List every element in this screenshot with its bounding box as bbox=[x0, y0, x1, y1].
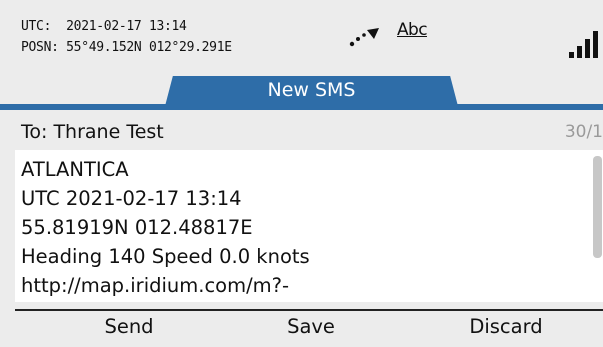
screen-title: New SMS bbox=[267, 79, 356, 101]
message-scrollbar[interactable] bbox=[593, 152, 603, 302]
utc-readout: UTC: 2021-02-17 13:14 bbox=[21, 19, 187, 34]
phone-screen: UTC: 2021-02-17 13:14 POSN: 55°49.152N 0… bbox=[0, 0, 603, 347]
signal-strength-icon bbox=[569, 31, 598, 58]
header-tab-bar: New SMS bbox=[0, 76, 603, 112]
save-softkey[interactable]: Save bbox=[241, 315, 381, 338]
gps-satellite-icon bbox=[349, 28, 379, 47]
message-body[interactable]: ATLANTICA UTC 2021-02-17 13:14 55.81919N… bbox=[15, 150, 603, 302]
status-bar: UTC: 2021-02-17 13:14 POSN: 55°49.152N 0… bbox=[0, 0, 603, 72]
message-line: UTC 2021-02-17 13:14 bbox=[21, 187, 242, 210]
position-readout: POSN: 55°49.152N 012°29.291E bbox=[21, 40, 232, 55]
message-line: ATLANTICA bbox=[21, 158, 129, 181]
input-mode-indicator: Abc bbox=[397, 20, 428, 40]
softkey-divider bbox=[15, 309, 603, 311]
send-softkey[interactable]: Send bbox=[59, 315, 199, 338]
message-line: http://map.iridium.com/m?- bbox=[21, 274, 290, 297]
character-counter: 30/1 bbox=[564, 122, 603, 142]
message-line: Heading 140 Speed 0.0 knots bbox=[21, 245, 310, 268]
discard-softkey[interactable]: Discard bbox=[436, 315, 576, 338]
message-line: 55.81919N 012.48817E bbox=[21, 216, 253, 239]
recipient-row[interactable]: To: Thrane Test 30/1 bbox=[0, 116, 603, 150]
scrollbar-thumb[interactable] bbox=[593, 156, 602, 258]
recipient-label: To: Thrane Test bbox=[21, 121, 164, 143]
